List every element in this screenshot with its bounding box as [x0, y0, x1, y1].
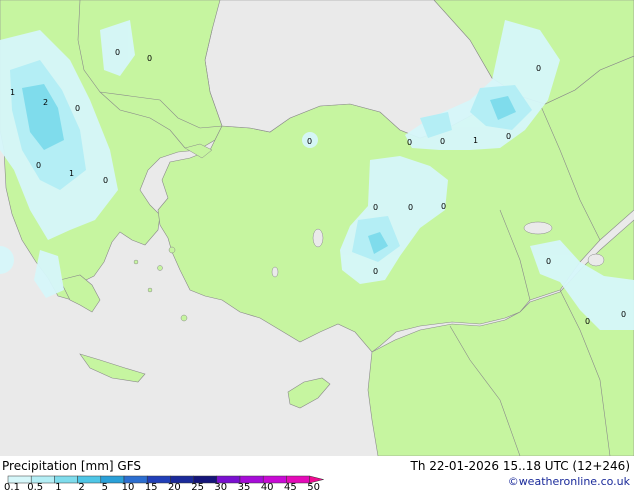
map-value-label: 0	[147, 54, 152, 63]
scale-tick-label: 10	[121, 482, 135, 493]
product-name: Precipitation [mm]	[2, 459, 114, 473]
map-value-label: 0	[0, 0, 5, 2]
map-value-label: 1	[69, 169, 74, 178]
map-footer: Precipitation [mm] GFS Th 22-01-2026 15.…	[0, 456, 634, 493]
map-value-label: 0	[103, 176, 108, 185]
map-value-label: 0	[373, 203, 378, 212]
scale-tick-label: 35	[237, 482, 251, 493]
valid-time: Th 22-01-2026 15..18 UTC (12+246)	[410, 459, 630, 473]
precipitation-map: 1 2 0 0 0 1 0 0 0 0 0 1 0 0 0 0 0 0 0 0 …	[0, 0, 634, 456]
scale-tick-label: 1	[55, 482, 62, 493]
map-value-label: 1	[10, 88, 15, 97]
map-value-label: 0	[115, 48, 120, 57]
scale-tick-label: 15	[144, 482, 158, 493]
scale-tick-label: 5	[101, 482, 108, 493]
scale-tick-label: 45	[284, 482, 297, 493]
map-value-label: 0	[373, 267, 378, 276]
product-title: Precipitation [mm] GFS	[2, 459, 141, 473]
lake	[587, 253, 605, 267]
map-value-label: 0	[36, 161, 41, 170]
island	[147, 287, 153, 293]
scale-tick-label: 25	[191, 482, 204, 493]
map-value-label: 0	[408, 203, 413, 212]
scale-tick-label: 0.1	[4, 482, 20, 493]
map-area: 1 2 0 0 0 1 0 0 0 0 0 1 0 0 0 0 0 0 0 0 …	[0, 0, 634, 456]
map-value-label: 0	[621, 310, 626, 319]
map-value-label: 0	[75, 104, 80, 113]
lake	[523, 221, 553, 235]
scale-tick-label: 0.5	[27, 482, 44, 493]
lake	[271, 266, 279, 278]
scale-tick-label: 40	[260, 482, 274, 493]
map-value-label: 0	[585, 317, 590, 326]
model-name: GFS	[117, 459, 141, 473]
map-value-label: 0	[506, 132, 511, 141]
scale-tick-label: 2	[78, 482, 85, 493]
map-value-label: 1	[473, 136, 478, 145]
map-value-label: 0	[536, 64, 541, 73]
map-value-label: 2	[43, 98, 48, 107]
map-value-label: 0	[407, 138, 412, 147]
map-value-label: 0	[440, 137, 445, 146]
lake	[312, 228, 324, 248]
map-value-label: 0	[546, 257, 551, 266]
map-value-label: 0	[441, 202, 446, 211]
island	[168, 246, 176, 254]
island	[133, 259, 139, 265]
island	[180, 314, 188, 322]
scale-tick-label: 20	[168, 482, 181, 493]
map-value-label: 0	[307, 137, 312, 146]
island	[157, 265, 163, 271]
scale-tick-label: 50	[307, 482, 320, 493]
credit-link[interactable]: ©weatheronline.co.uk	[508, 475, 630, 488]
scale-tick-label: 30	[214, 482, 228, 493]
